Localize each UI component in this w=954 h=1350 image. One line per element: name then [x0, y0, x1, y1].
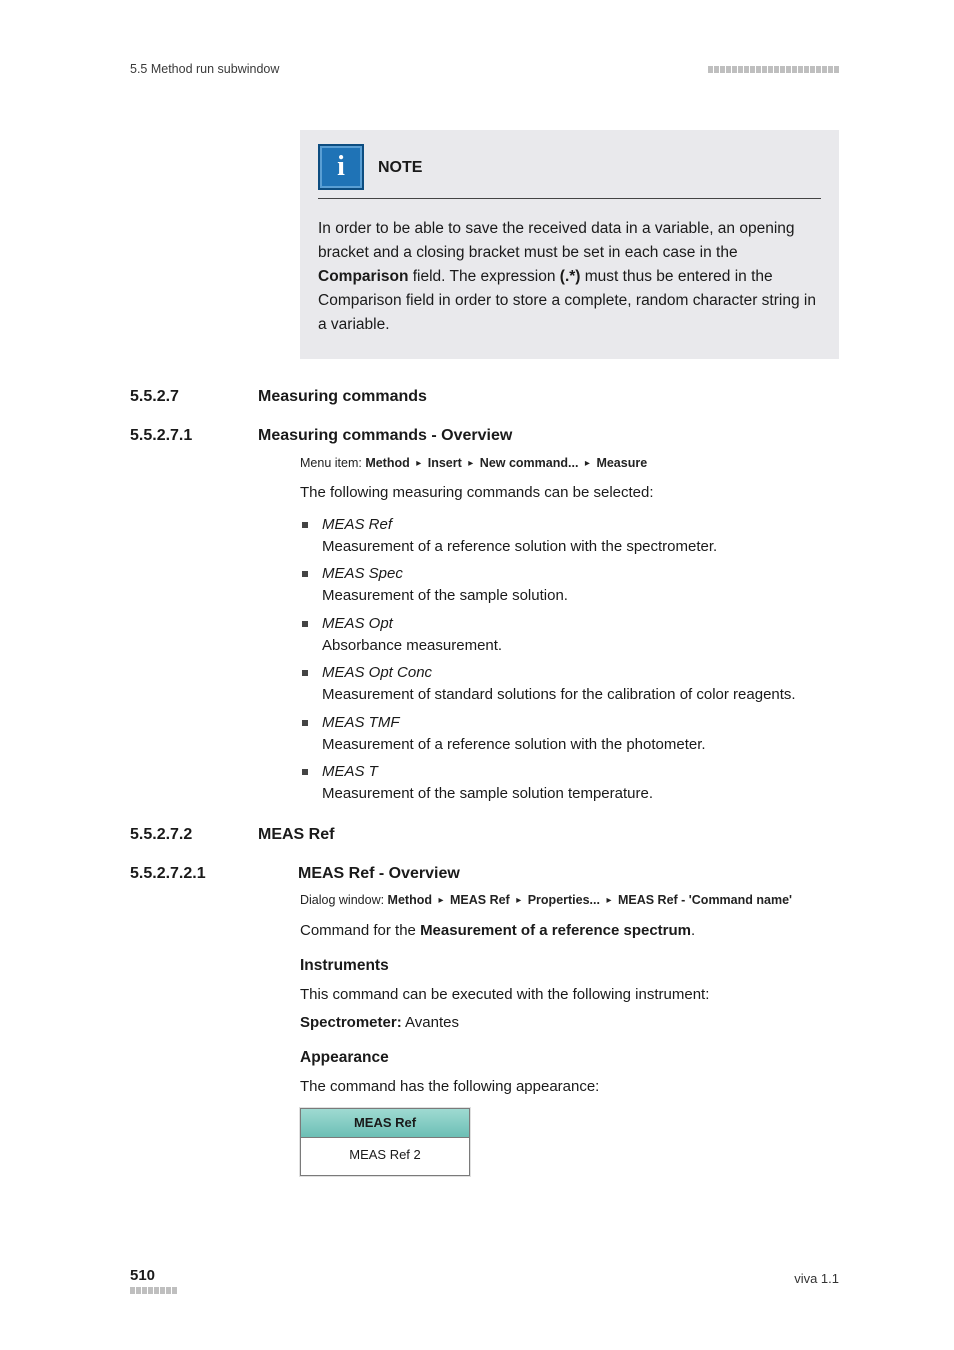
list-item: MEAS TMF Measurement of a reference solut…	[300, 712, 839, 756]
menu-prefix: Menu item:	[300, 456, 365, 470]
section-5-5-2-7-1-content: Menu item: Method Insert New command... …	[300, 454, 839, 805]
menu-separator-icon	[582, 456, 593, 470]
section-title: MEAS Ref - Overview	[298, 862, 460, 885]
instruments-text: This command can be executed with the fo…	[300, 984, 839, 1006]
running-header: 5.5 Method run subwindow	[130, 60, 839, 78]
spectrometer-line: Spectrometer: Avantes	[300, 1012, 839, 1034]
spectrometer-label: Spectrometer:	[300, 1014, 402, 1031]
command-name: MEAS T	[322, 763, 378, 780]
section-5-5-2-7-2-1-content: Dialog window: Method MEAS Ref Propertie…	[300, 891, 839, 1176]
note-title: NOTE	[378, 156, 422, 179]
page-number: 510	[130, 1267, 155, 1284]
summary-post: .	[691, 922, 695, 939]
list-item: MEAS Ref Measurement of a reference solut…	[300, 514, 839, 558]
list-item: MEAS Opt Absorbance measurement.	[300, 613, 839, 657]
section-number: 5.5.2.7.2.1	[130, 862, 270, 885]
header-ticks	[707, 66, 839, 73]
command-summary: Command for the Measurement of a referen…	[300, 920, 839, 942]
summary-bold: Measurement of a reference spectrum	[420, 922, 691, 939]
section-5-5-2-7: 5.5.2.7 Measuring commands	[130, 385, 839, 408]
section-title: MEAS Ref	[258, 823, 334, 846]
command-block-header: MEAS Ref	[301, 1109, 469, 1139]
command-description: Measurement of the sample solution tempe…	[322, 783, 839, 805]
section-5-5-2-7-2: 5.5.2.7.2 MEAS Ref	[130, 823, 839, 846]
section-number: 5.5.2.7	[130, 385, 230, 408]
section-5-5-2-7-2-1: 5.5.2.7.2.1 MEAS Ref - Overview	[130, 862, 839, 885]
note-text-pre: In order to be able to save the received…	[318, 220, 795, 261]
command-name: MEAS Opt Conc	[322, 664, 432, 681]
instruments-heading: Instruments	[300, 955, 839, 977]
info-icon: i	[318, 144, 364, 190]
header-left: 5.5 Method run subwindow	[130, 60, 279, 78]
list-item: MEAS Spec Measurement of the sample solut…	[300, 563, 839, 607]
menu-item: New command...	[480, 456, 579, 470]
menu-item: Method	[365, 456, 409, 470]
command-name: MEAS TMF	[322, 714, 400, 731]
spectrometer-value: Avantes	[402, 1014, 459, 1031]
menu-separator-icon	[465, 456, 476, 470]
menu-separator-icon	[603, 893, 614, 907]
footer-ticks	[130, 1287, 178, 1294]
section-number: 5.5.2.7.1	[130, 424, 230, 447]
note-text-bold2: (.*)	[560, 268, 581, 285]
command-description: Measurement of a reference solution with…	[322, 734, 839, 756]
dialog-item: MEAS Ref	[450, 893, 510, 907]
note-text-mid: field. The expression	[408, 268, 559, 285]
menu-path: Menu item: Method Insert New command... …	[300, 454, 839, 473]
command-block-body: MEAS Ref 2	[301, 1138, 469, 1175]
intro-text: The following measuring commands can be …	[300, 482, 839, 504]
command-block-preview: MEAS Ref MEAS Ref 2	[300, 1108, 470, 1177]
dialog-path: Dialog window: Method MEAS Ref Propertie…	[300, 891, 839, 910]
dialog-prefix: Dialog window:	[300, 893, 388, 907]
menu-separator-icon	[435, 893, 446, 907]
summary-pre: Command for the	[300, 922, 420, 939]
command-description: Measurement of standard solutions for th…	[322, 684, 839, 706]
command-name: MEAS Ref	[322, 516, 392, 533]
section-title: Measuring commands - Overview	[258, 424, 512, 447]
section-number: 5.5.2.7.2	[130, 823, 230, 846]
section-title: Measuring commands	[258, 385, 427, 408]
footer-left: 510	[130, 1265, 178, 1294]
menu-separator-icon	[513, 893, 524, 907]
note-header: i NOTE	[318, 140, 821, 199]
section-5-5-2-7-1: 5.5.2.7.1 Measuring commands - Overview	[130, 424, 839, 447]
menu-item: Measure	[596, 456, 647, 470]
dialog-item: MEAS Ref - 'Command name'	[618, 893, 792, 907]
note-text-bold1: Comparison	[318, 268, 408, 285]
command-description: Absorbance measurement.	[322, 635, 839, 657]
menu-separator-icon	[413, 456, 424, 470]
command-name: MEAS Opt	[322, 615, 393, 632]
menu-item: Insert	[428, 456, 462, 470]
page-footer: 510 viva 1.1	[130, 1265, 839, 1294]
dialog-item: Properties...	[528, 893, 600, 907]
command-list: MEAS Ref Measurement of a reference solut…	[300, 514, 839, 805]
footer-right: viva 1.1	[794, 1270, 839, 1289]
command-description: Measurement of a reference solution with…	[322, 536, 839, 558]
note-callout: i NOTE In order to be able to save the r…	[300, 130, 839, 359]
list-item: MEAS T Measurement of the sample solution…	[300, 761, 839, 805]
appearance-text: The command has the following appearance…	[300, 1076, 839, 1098]
note-body: In order to be able to save the received…	[318, 217, 821, 337]
dialog-item: Method	[388, 893, 432, 907]
command-description: Measurement of the sample solution.	[322, 585, 839, 607]
list-item: MEAS Opt Conc Measurement of standard sol…	[300, 662, 839, 706]
appearance-heading: Appearance	[300, 1047, 839, 1069]
command-name: MEAS Spec	[322, 565, 403, 582]
